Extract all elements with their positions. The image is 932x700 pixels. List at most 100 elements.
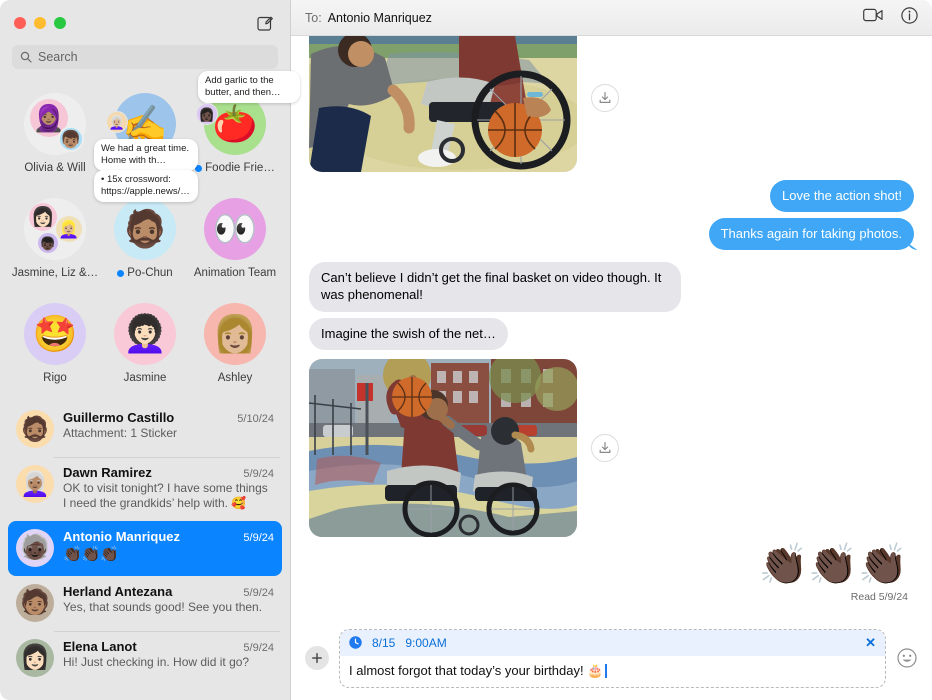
search-input[interactable]: Search <box>12 45 278 69</box>
conversation-row-body: Herland Antezana 5/9/24 Yes, that sounds… <box>63 584 274 615</box>
conversation-row-body: Guillermo Castillo 5/10/24 Attachment: 1… <box>63 410 274 441</box>
pinned-label: Animation Team <box>194 267 276 279</box>
pinned-conversation-jasmine[interactable]: 👩🏻‍🦱 Jasmine <box>100 295 190 398</box>
message-thread[interactable]: Love the action shot! Thanks again for t… <box>291 36 932 628</box>
to-label: To: <box>305 10 322 25</box>
clock-icon <box>349 636 362 649</box>
conversation-preview: Yes, that sounds good! See you then. <box>63 599 263 614</box>
dismiss-suggestion-button[interactable]: ✕ <box>865 635 876 651</box>
message-row-outgoing: Love the action shot! <box>309 180 914 213</box>
conversation-name: Guillermo Castillo <box>63 410 175 425</box>
conversation-row-body: Elena Lanot 5/9/24 Hi! Just checking in.… <box>63 639 274 670</box>
pinned-name: Jasmine, Liz &… <box>11 267 99 279</box>
pinned-conversation-foodie-friends[interactable]: 🍅 👩🏿 Add garlic to the butter, and then…… <box>190 71 300 188</box>
conversation-row-antonio-manriquez[interactable]: 🧓🏿 Antonio Manriquez 5/9/24 👏🏿👏🏿👏🏿 <box>8 520 282 576</box>
conversation-date: 5/9/24 <box>243 641 274 654</box>
add-attachment-button[interactable] <box>305 646 329 670</box>
message-bubble-incoming[interactable]: Can’t believe I didn’t get the final bas… <box>309 262 681 312</box>
pinned-avatar: 👩🏻 👱🏼‍♀️ 👦🏿 <box>24 198 86 260</box>
conversation-name: Dawn Ramirez <box>63 465 152 480</box>
conversation-date: 5/9/24 <box>243 468 274 480</box>
pinned-avatar: 🧔🏽 • 15x crossword: https://apple.news/… <box>94 170 198 260</box>
info-circle-icon <box>901 6 918 24</box>
read-receipt: Read 5/9/24 <box>850 590 908 603</box>
message-composer: 8/15 9:00AM ✕ I almost forgot that today… <box>291 628 932 700</box>
minimize-window-button[interactable] <box>34 16 46 29</box>
recipient-name[interactable]: Antonio Manriquez <box>328 11 432 25</box>
message-photo-1[interactable] <box>309 36 914 172</box>
conversation-pane: To: Antonio Manriquez Love the action sh… <box>291 0 932 700</box>
datetime-suggestion-bar[interactable]: 8/15 9:00AM ✕ <box>340 629 885 656</box>
close-window-button[interactable] <box>14 16 26 29</box>
conversation-preview: Hi! Just checking in. How did it go? <box>63 654 250 669</box>
conversation-preview: Attachment: 1 Sticker <box>63 426 178 440</box>
conversation-date: 5/9/24 <box>243 531 274 544</box>
pinned-name: Animation Team <box>193 267 277 279</box>
pinned-conversation-olivia-will[interactable]: 🧕🏽 👦🏽 Olivia & Will <box>10 85 100 188</box>
pinned-conversation-po-chun[interactable]: 🧔🏽 • 15x crossword: https://apple.news/…… <box>94 170 198 293</box>
pinned-conversation-rigo[interactable]: 🤩 Rigo <box>10 295 100 398</box>
message-bubble-outgoing[interactable]: Love the action shot! <box>770 180 914 213</box>
avatar: 👩🏻 <box>16 638 54 677</box>
message-bubble-outgoing[interactable]: Thanks again for taking photos. <box>708 218 914 251</box>
compose-message-button[interactable] <box>252 9 278 35</box>
pinned-conversation-jasmine-liz[interactable]: 👩🏻 👱🏼‍♀️ 👦🏿 Jasmine, Liz &… <box>10 190 100 293</box>
zoom-window-button[interactable] <box>54 16 66 29</box>
conversation-row-guillermo-castillo[interactable]: 🧔🏽 Guillermo Castillo 5/10/24 Attachment… <box>8 402 282 457</box>
photo-attachment[interactable] <box>309 36 577 172</box>
download-icon <box>599 92 611 103</box>
conversation-row-dawn-ramirez[interactable]: 👩🏽‍🦳 Dawn Ramirez 5/9/24 OK to visit ton… <box>8 457 282 521</box>
pinned-sender-avatar: 👩🏼‍🦳 <box>106 111 128 133</box>
video-camera-icon <box>863 8 883 22</box>
pinned-label: Olivia & Will <box>24 162 85 174</box>
sidebar: Search 🧕🏽 👦🏽 Olivia & Will ✍️ <box>0 0 300 700</box>
pinned-label: Foodie Frie… <box>195 162 275 174</box>
download-icon <box>599 441 611 453</box>
emoji-picker-button[interactable] <box>896 647 918 669</box>
conversation-row-top: Guillermo Castillo 5/10/24 <box>63 410 274 425</box>
message-bubble-incoming[interactable]: Imagine the swish of the net… <box>309 317 508 350</box>
pinned-message-tooltip: Add garlic to the butter, and then… <box>198 71 300 103</box>
pinned-conversations: 🧕🏽 👦🏽 Olivia & Will ✍️ 👩🏼‍🦳 We had a gre… <box>0 71 300 402</box>
large-emoji-message[interactable]: 👏🏿👏🏿👏🏿 <box>759 545 908 585</box>
pinned-message-tooltip: • 15x crossword: https://apple.news/… <box>94 170 198 202</box>
pinned-conversation-ashley[interactable]: 👩🏼 Ashley <box>190 295 280 398</box>
group-three-avatar: 👩🏻 👱🏼‍♀️ 👦🏿 <box>24 198 86 260</box>
messages-window: Search 🧕🏽 👦🏽 Olivia & Will ✍️ <box>0 0 932 700</box>
pinned-conversation-animation-team[interactable]: 👀 Animation Team <box>190 190 280 293</box>
compose-icon <box>256 16 273 31</box>
header-actions <box>863 6 918 29</box>
save-photo-button[interactable] <box>591 84 619 112</box>
conversation-row-elena-lanot[interactable]: 👩🏻 Elena Lanot 5/9/24 Hi! Just checking … <box>8 630 282 686</box>
message-photo-2[interactable] <box>309 358 914 537</box>
traffic-lights <box>14 16 66 29</box>
group-two-avatar: 🧕🏽 👦🏽 <box>24 93 86 155</box>
memoji-bun-woman-avatar: 👩🏼 <box>204 303 266 365</box>
eyes-avatar: 👀 <box>204 198 266 260</box>
message-row-outgoing: Thanks again for taking photos. <box>309 218 914 251</box>
photo-attachment[interactable] <box>309 358 577 537</box>
message-input-shell[interactable]: 8/15 9:00AM ✕ I almost forgot that today… <box>339 628 886 688</box>
facetime-button[interactable] <box>863 8 883 27</box>
conversation-row-body: Dawn Ramirez 5/9/24 OK to visit tonight?… <box>63 465 274 512</box>
message-row-emoji: 👏🏿👏🏿👏🏿 <box>309 545 914 585</box>
details-button[interactable] <box>901 6 918 29</box>
conversation-name: Herland Antezana <box>63 583 173 599</box>
conversation-row-herland-antezana[interactable]: 🧑🏽 Herland Antezana 5/9/24 Yes, that sou… <box>8 576 282 631</box>
pinned-label: Ashley <box>218 372 253 384</box>
message-row-incoming: Can’t believe I didn’t get the final bas… <box>309 262 914 312</box>
pinned-sender-avatar: 👩🏿 <box>196 103 218 125</box>
avatar-member-2: 👦🏽 <box>58 126 84 152</box>
conversation-row-top: Antonio Manriquez 5/9/24 <box>63 529 274 544</box>
pinned-label: Jasmine, Liz &… <box>12 267 98 279</box>
avatar: 👩🏽‍🦳 <box>16 465 54 503</box>
pinned-avatar: ✍️ 👩🏼‍🦳 We had a great time. Home with t… <box>94 93 198 171</box>
search-icon <box>20 51 32 63</box>
pinned-avatar: 👩🏻‍🦱 <box>114 303 176 365</box>
message-input-value: I almost forgot that today’s your birthd… <box>349 662 604 678</box>
memoji-star-glasses-avatar: 🤩 <box>24 303 86 365</box>
suggestion-time: 9:00AM <box>405 635 447 650</box>
message-input[interactable]: I almost forgot that today’s your birthd… <box>340 656 885 687</box>
pinned-name: Olivia & Will <box>24 162 86 174</box>
save-photo-button[interactable] <box>591 433 619 462</box>
